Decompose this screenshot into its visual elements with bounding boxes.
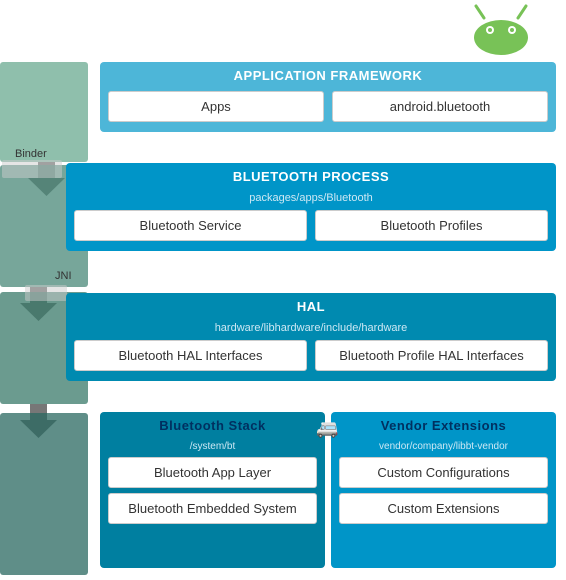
bt-process-boxes: Bluetooth Service Bluetooth Profiles — [74, 210, 548, 241]
android-bluetooth-box: android.bluetooth — [332, 91, 548, 122]
custom-config-box: Custom Configurations — [339, 457, 548, 488]
bt-process-section: BLUETOOTH PROCESS packages/apps/Bluetoot… — [66, 163, 556, 251]
bt-service-box: Bluetooth Service — [74, 210, 307, 241]
hal-boxes: Bluetooth HAL Interfaces Bluetooth Profi… — [74, 340, 548, 371]
bt-profile-hal-box: Bluetooth Profile HAL Interfaces — [315, 340, 548, 371]
apps-box: Apps — [108, 91, 324, 122]
app-framework-section: APPLICATION FRAMEWORK Apps android.bluet… — [100, 62, 556, 132]
vendor-subtitle: vendor/company/libbt-vendor — [339, 441, 548, 452]
android-logo-icon — [466, 0, 536, 65]
vendor-section: Vendor Extensions vendor/company/libbt-v… — [331, 412, 556, 568]
binder-label: Binder — [15, 148, 47, 160]
diagram-container: Binder JNI APPLICATION FRAMEWORK Apps an… — [0, 0, 566, 578]
custom-extensions-box: Custom Extensions — [339, 493, 548, 524]
hal-section: HAL hardware/libhardware/include/hardwar… — [66, 293, 556, 381]
app-framework-boxes: Apps android.bluetooth — [108, 91, 548, 122]
truck-icon: 🚐 — [316, 418, 338, 439]
bt-app-layer-box: Bluetooth App Layer — [108, 457, 317, 488]
bt-stack-section: Bluetooth Stack /system/bt Bluetooth App… — [100, 412, 325, 568]
bt-process-subtitle: packages/apps/Bluetooth — [74, 192, 548, 204]
bt-stack-subtitle: /system/bt — [108, 441, 317, 452]
app-framework-title: APPLICATION FRAMEWORK — [108, 68, 548, 83]
bt-profiles-box: Bluetooth Profiles — [315, 210, 548, 241]
bt-hal-interfaces-box: Bluetooth HAL Interfaces — [74, 340, 307, 371]
hal-subtitle: hardware/libhardware/include/hardware — [74, 322, 548, 334]
vendor-title: Vendor Extensions — [339, 418, 548, 433]
hal-title: HAL — [74, 299, 548, 314]
bt-embedded-box: Bluetooth Embedded System — [108, 493, 317, 524]
bt-process-title: BLUETOOTH PROCESS — [74, 169, 548, 184]
bt-stack-title: Bluetooth Stack — [108, 418, 317, 433]
jni-label: JNI — [55, 270, 72, 282]
